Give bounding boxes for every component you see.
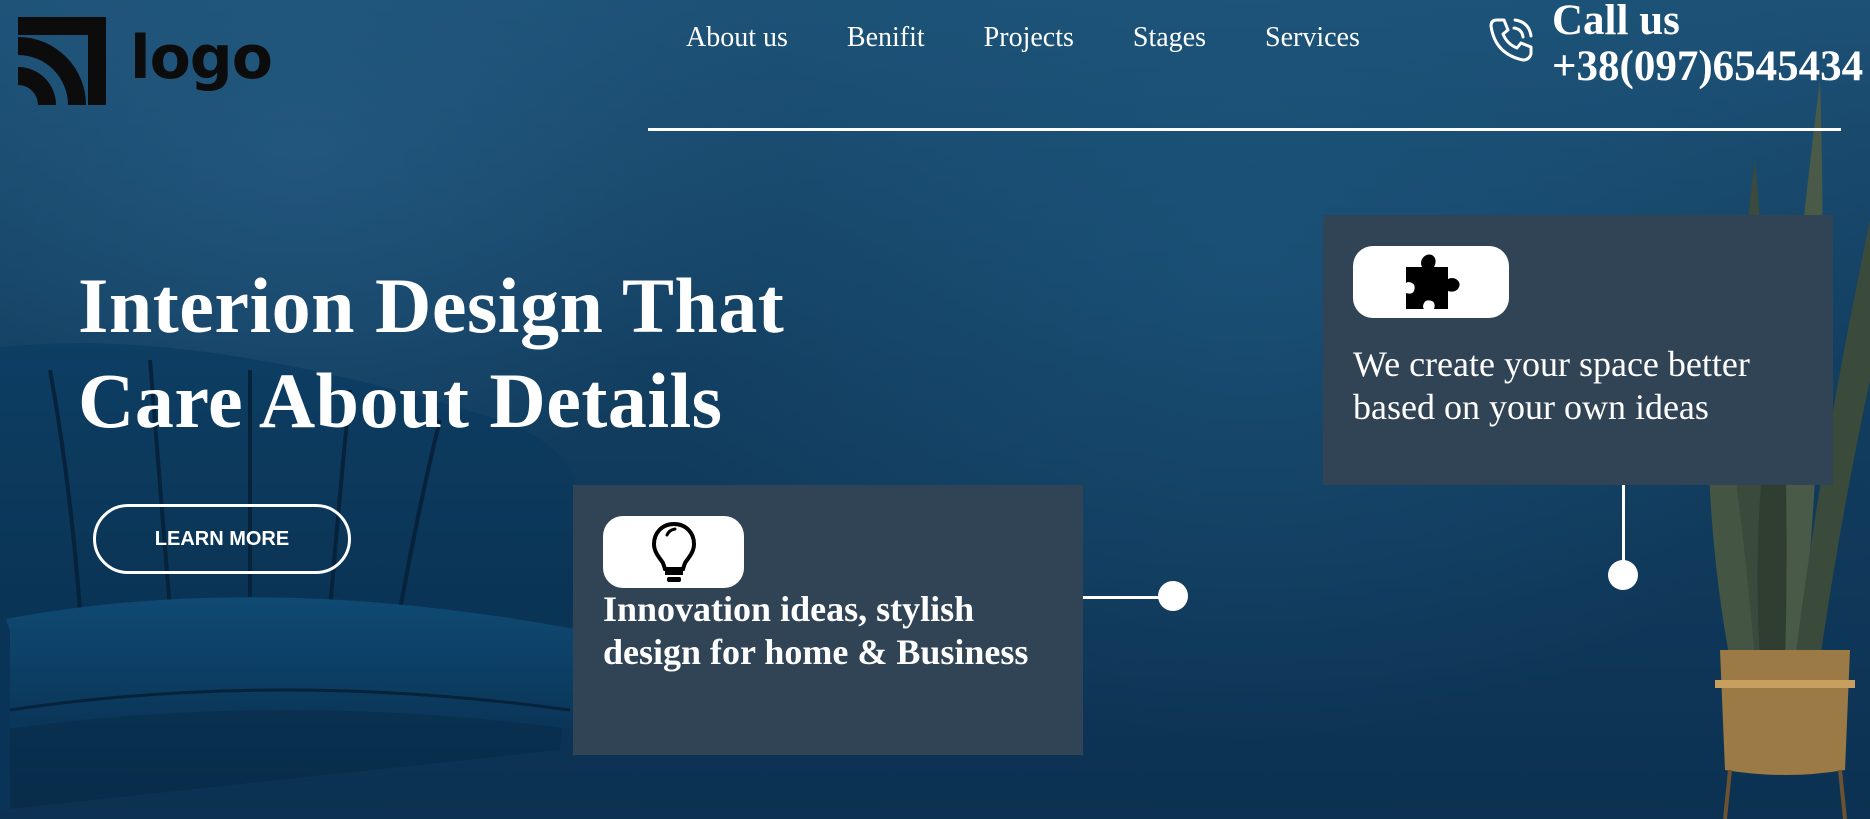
- connector-dot: [1158, 581, 1188, 611]
- puzzle-icon: [1406, 254, 1460, 309]
- lightbulb-icon: [651, 521, 696, 582]
- feature-card-innovation: Innovation ideas, stylish design for hom…: [573, 485, 1083, 755]
- feature-icon-badge: [603, 516, 744, 588]
- nav-stages[interactable]: Stages: [1133, 18, 1206, 58]
- feature-card-text: We create your space better based on you…: [1353, 344, 1750, 427]
- phone-number: +38(097)6545434: [1552, 43, 1864, 90]
- nav-projects[interactable]: Projects: [984, 18, 1074, 58]
- phone-icon[interactable]: [1487, 14, 1537, 64]
- call-us-block[interactable]: Call us +38(097)6545434: [1552, 0, 1863, 90]
- hero-headline: Interion Design That Care About Details: [78, 258, 878, 448]
- hero-headline-line-2: Care About Details: [78, 357, 723, 444]
- main-nav: About us Benifit Projects Stages Service…: [686, 18, 1419, 58]
- connector-dot: [1608, 560, 1638, 590]
- feature-card-text: Innovation ideas, stylish design for hom…: [603, 589, 1029, 672]
- nav-about-us[interactable]: About us: [686, 18, 788, 58]
- nav-services[interactable]: Services: [1265, 18, 1360, 58]
- nav-benefit[interactable]: Benifit: [847, 18, 925, 58]
- brand-logo[interactable]: logo: [18, 16, 273, 106]
- nav-divider: [648, 128, 1841, 131]
- call-us-title: Call us: [1552, 0, 1680, 44]
- feature-icon-badge: [1353, 246, 1509, 318]
- feature-card-space: We create your space better based on you…: [1323, 215, 1833, 485]
- learn-more-button[interactable]: LEARN MORE: [93, 504, 351, 574]
- logo-text: logo: [130, 23, 273, 93]
- hero-headline-line-1: Interion Design That: [78, 262, 785, 349]
- logo-mark-icon: [18, 17, 106, 105]
- hero-section: logo About us Benifit Projects Stages Se…: [0, 0, 1870, 819]
